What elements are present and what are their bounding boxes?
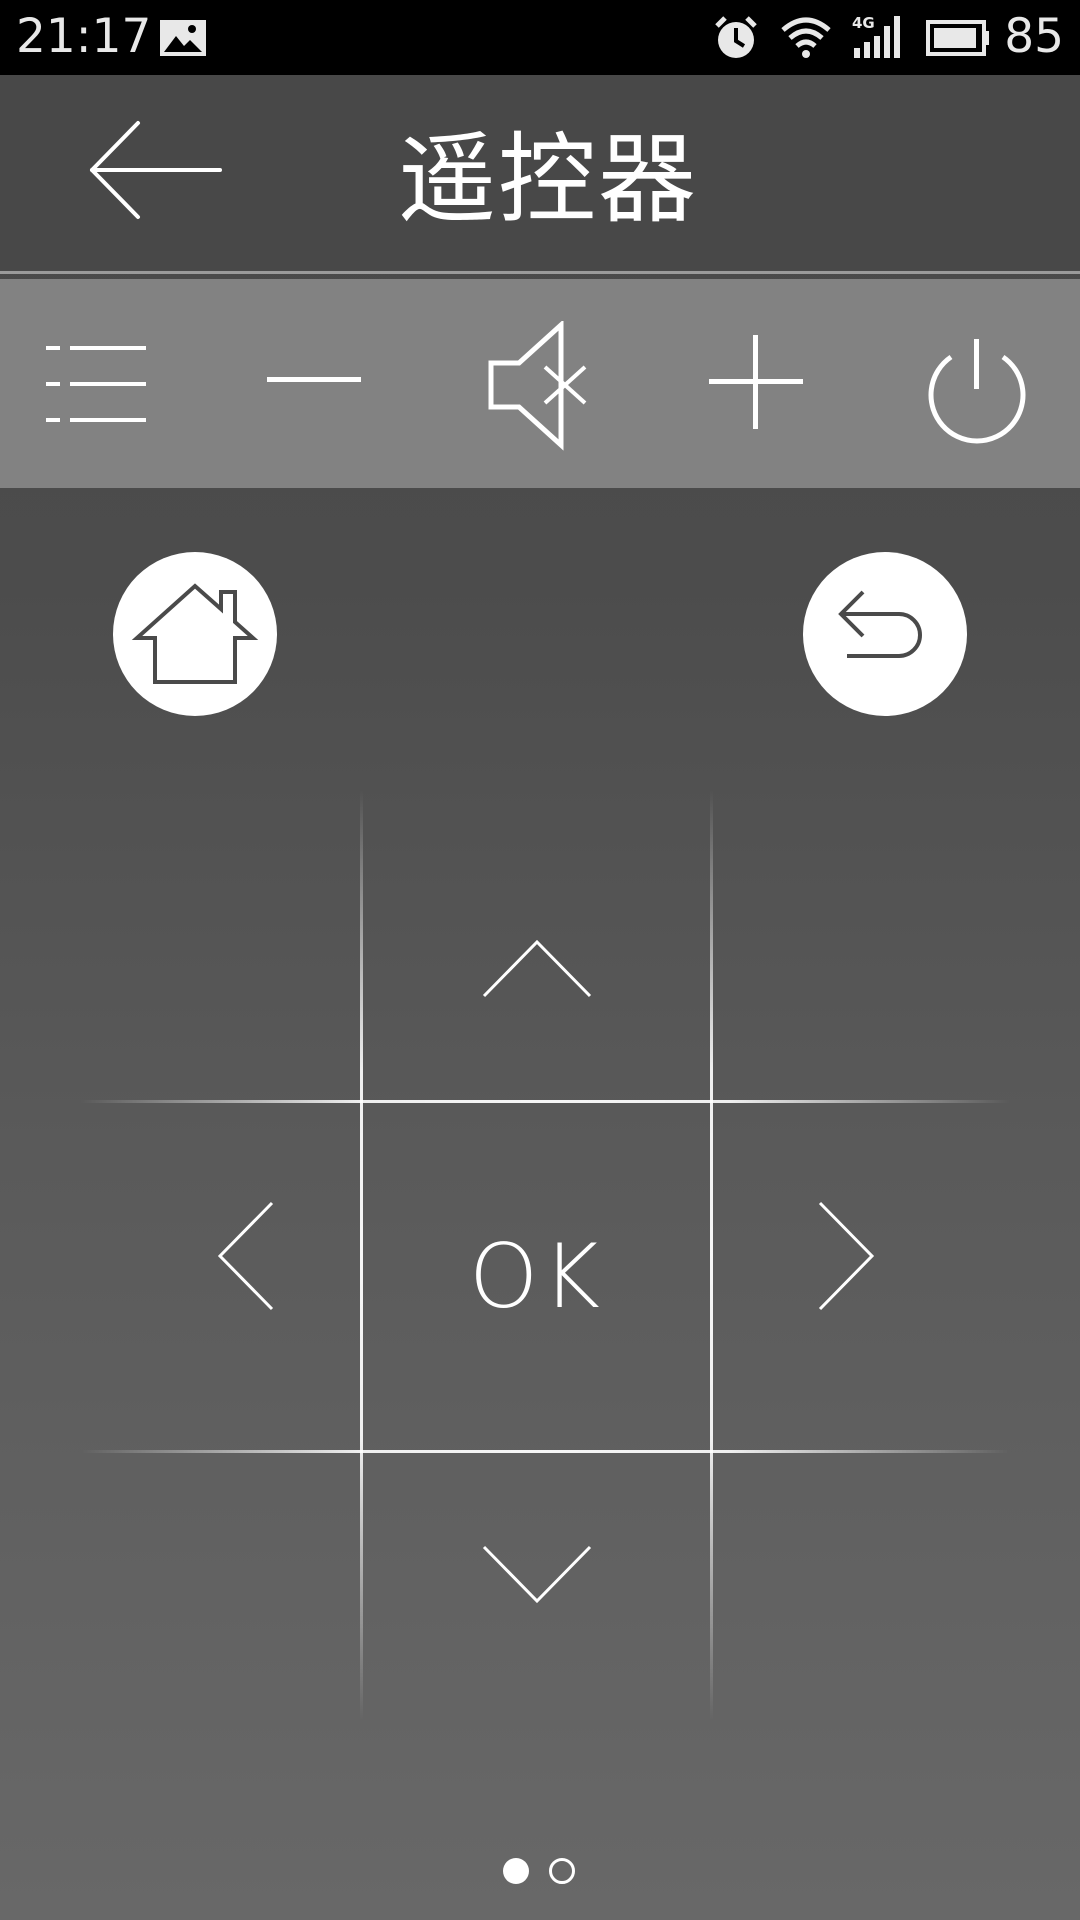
page-indicator-1[interactable]: [503, 1858, 529, 1884]
page-title: 遥控器: [398, 123, 699, 237]
ok-label: OK: [469, 1225, 604, 1328]
return-button[interactable]: [803, 552, 967, 716]
arrow-left-icon: [86, 121, 236, 229]
dpad-left-button[interactable]: [0, 1103, 360, 1450]
battery-level: 85: [1004, 9, 1064, 64]
status-bar: 21:17 4G 85: [0, 0, 1080, 75]
ok-button[interactable]: OK: [363, 1103, 710, 1450]
volume-down-button[interactable]: [230, 279, 400, 488]
menu-button[interactable]: [20, 279, 190, 488]
image-icon: [158, 18, 208, 62]
volume-up-button[interactable]: [675, 279, 845, 488]
wifi-icon: [780, 14, 832, 64]
dpad-down-button[interactable]: [363, 1453, 710, 1720]
dpad: OK: [0, 790, 1080, 1720]
dpad-right-button[interactable]: [713, 1103, 1080, 1450]
dpad-up-button[interactable]: [363, 790, 710, 1100]
header-bar: 遥控器: [0, 75, 1080, 274]
battery-icon: [926, 20, 990, 60]
status-time: 21:17: [16, 9, 152, 64]
back-button[interactable]: [86, 115, 236, 225]
remote-control-screen: 21:17 4G 85 遥控器 OK: [0, 0, 1080, 1920]
power-button[interactable]: [895, 279, 1065, 488]
mute-button[interactable]: [455, 279, 625, 488]
home-button[interactable]: [113, 552, 277, 716]
alarm-icon: [712, 14, 760, 66]
page-indicator-2[interactable]: [549, 1858, 575, 1884]
svg-text:4G: 4G: [852, 14, 875, 32]
signal-4g-icon: 4G: [850, 12, 906, 64]
toolbar: [0, 279, 1080, 488]
